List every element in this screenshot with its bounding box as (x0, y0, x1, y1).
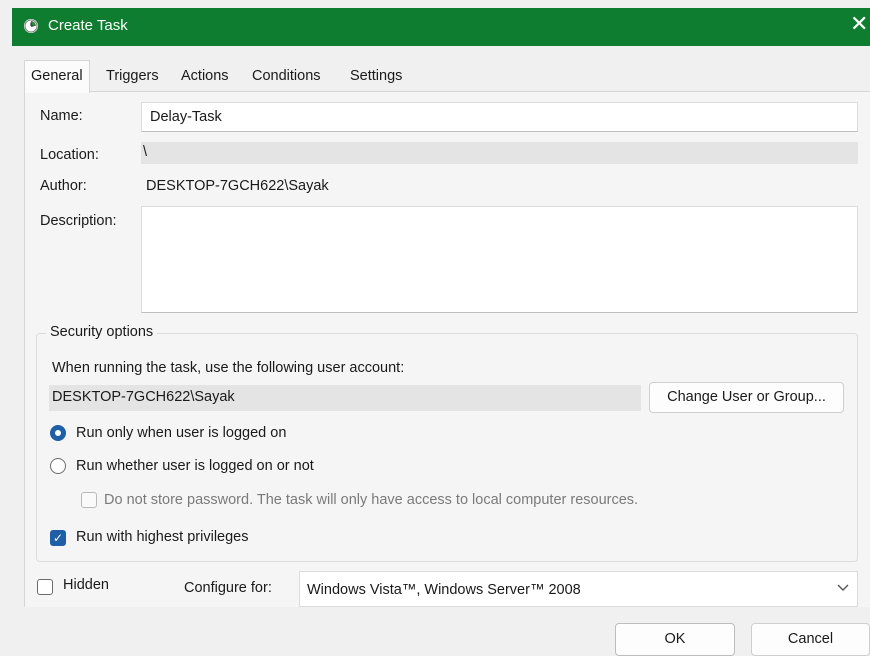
author-label: Author: (40, 178, 87, 194)
ok-button[interactable]: OK (615, 623, 735, 656)
close-icon[interactable]: ✕ (850, 12, 868, 36)
hidden-checkbox[interactable] (37, 579, 53, 595)
clock-icon (24, 19, 38, 33)
tab-triggers[interactable]: Triggers (106, 62, 159, 90)
highest-privileges-label[interactable]: Run with highest privileges (76, 529, 248, 545)
author-value: DESKTOP-7GCH622\Sayak (146, 178, 329, 194)
title-bar: Create Task ✕ (12, 8, 870, 46)
change-user-group-button[interactable]: Change User or Group... (649, 382, 844, 413)
location-value: \ (143, 144, 148, 160)
name-input[interactable] (141, 102, 858, 132)
check-mark-icon: ✓ (52, 531, 64, 545)
location-label: Location: (40, 147, 99, 163)
user-account-value: DESKTOP-7GCH622\Sayak (52, 389, 235, 405)
description-label: Description: (40, 213, 117, 229)
location-field: \ (141, 142, 858, 164)
highest-privileges-checkbox[interactable]: ✓ (50, 530, 66, 546)
tab-conditions[interactable]: Conditions (252, 62, 321, 90)
hidden-label[interactable]: Hidden (63, 577, 109, 593)
user-account-prompt: When running the task, use the following… (52, 360, 405, 376)
configure-for-label: Configure for: (184, 580, 272, 596)
tab-settings[interactable]: Settings (350, 62, 402, 90)
tab-general[interactable]: General (24, 60, 90, 93)
description-textarea[interactable] (141, 206, 858, 313)
configure-for-dropdown[interactable]: Windows Vista™, Windows Server™ 2008 (299, 571, 858, 607)
window-title: Create Task (48, 17, 128, 34)
configure-for-value: Windows Vista™, Windows Server™ 2008 (307, 582, 581, 598)
run-only-logged-on-label[interactable]: Run only when user is logged on (76, 425, 286, 441)
user-account-field: DESKTOP-7GCH622\Sayak (49, 385, 641, 411)
run-only-logged-on-radio[interactable] (50, 425, 66, 441)
run-whether-logged-on-radio[interactable] (50, 458, 66, 474)
run-whether-logged-on-label[interactable]: Run whether user is logged on or not (76, 458, 314, 474)
cancel-button[interactable]: Cancel (751, 623, 870, 656)
security-options-legend: Security options (46, 324, 158, 340)
do-not-store-password-checkbox (81, 492, 97, 508)
chevron-down-icon (837, 580, 849, 596)
name-label: Name: (40, 108, 83, 124)
tab-actions[interactable]: Actions (181, 62, 229, 90)
do-not-store-password-label: Do not store password. The task will onl… (104, 492, 639, 508)
